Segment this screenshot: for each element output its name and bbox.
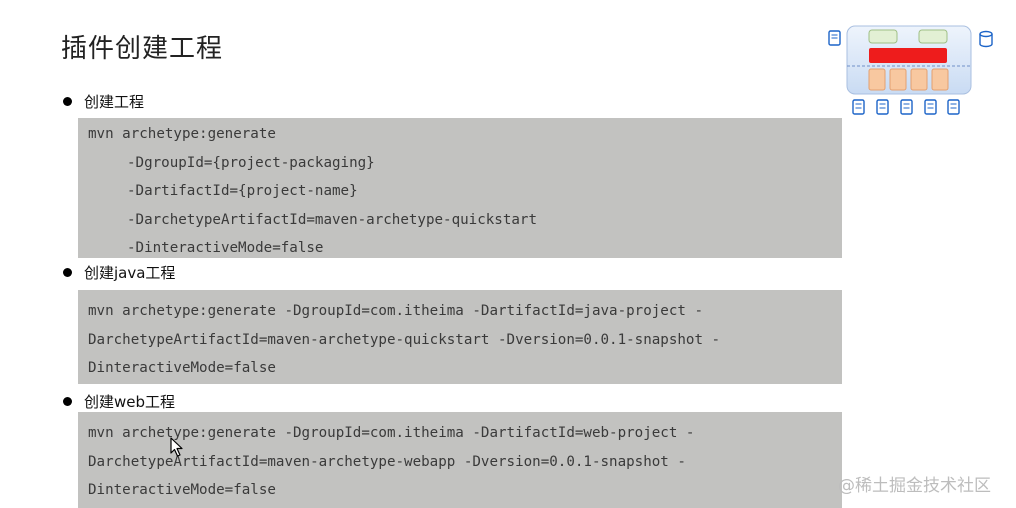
- bullet-dot-icon: [63, 267, 72, 277]
- code-line: -DinteractiveMode=false: [127, 240, 324, 256]
- code-block-create-project[interactable]: mvn archetype:generate -DgroupId={projec…: [78, 118, 842, 258]
- code-line: mvn archetype:generate -DgroupId=com.ith…: [88, 303, 703, 319]
- section-heading-create-java-project: 创建java工程: [61, 262, 175, 282]
- bullet-dot-icon: [63, 396, 72, 406]
- code-line: -DgroupId={project-packaging}: [127, 154, 375, 171]
- section-heading-create-web-project: 创建web工程: [61, 391, 175, 411]
- code-line: mvn archetype:generate -DgroupId=com.ith…: [88, 425, 695, 441]
- database-icon: [979, 30, 993, 48]
- code-line: mvn archetype:generate: [88, 126, 276, 142]
- code-line: DarchetypeArtifactId=maven-archetype-web…: [88, 453, 686, 470]
- code-line: -DarchetypeArtifactId=maven-archetype-qu…: [127, 211, 537, 228]
- section-heading-label: 创建java工程: [84, 263, 176, 282]
- section-heading-label: 创建web工程: [84, 392, 176, 411]
- section-heading-create-project: 创建工程: [61, 91, 144, 111]
- code-block-create-java-project[interactable]: mvn archetype:generate -DgroupId=com.ith…: [78, 290, 842, 384]
- document-icon: [852, 99, 865, 115]
- document-icon: [924, 99, 937, 115]
- maven-repository-diagram: [826, 24, 998, 120]
- document-icon: [900, 99, 913, 115]
- code-line: -DartifactId={project-name}: [127, 183, 358, 199]
- mouse-pointer-icon: [170, 437, 184, 457]
- code-line: DinteractiveMode=false: [88, 482, 276, 498]
- code-block-create-web-project[interactable]: mvn archetype:generate -DgroupId=com.ith…: [78, 412, 842, 508]
- section-heading-label: 创建工程: [84, 92, 145, 111]
- document-icon: [947, 99, 960, 115]
- code-line: DarchetypeArtifactId=maven-archetype-qui…: [88, 331, 721, 348]
- document-icon: [876, 99, 889, 115]
- code-line: DinteractiveMode=false: [88, 360, 276, 376]
- bullet-dot-icon: [63, 96, 72, 106]
- document-icon-row: [852, 99, 960, 115]
- document-icon: [828, 30, 841, 46]
- slide-title: 插件创建工程: [61, 34, 224, 64]
- watermark: @稀土掘金技术社区: [838, 476, 991, 496]
